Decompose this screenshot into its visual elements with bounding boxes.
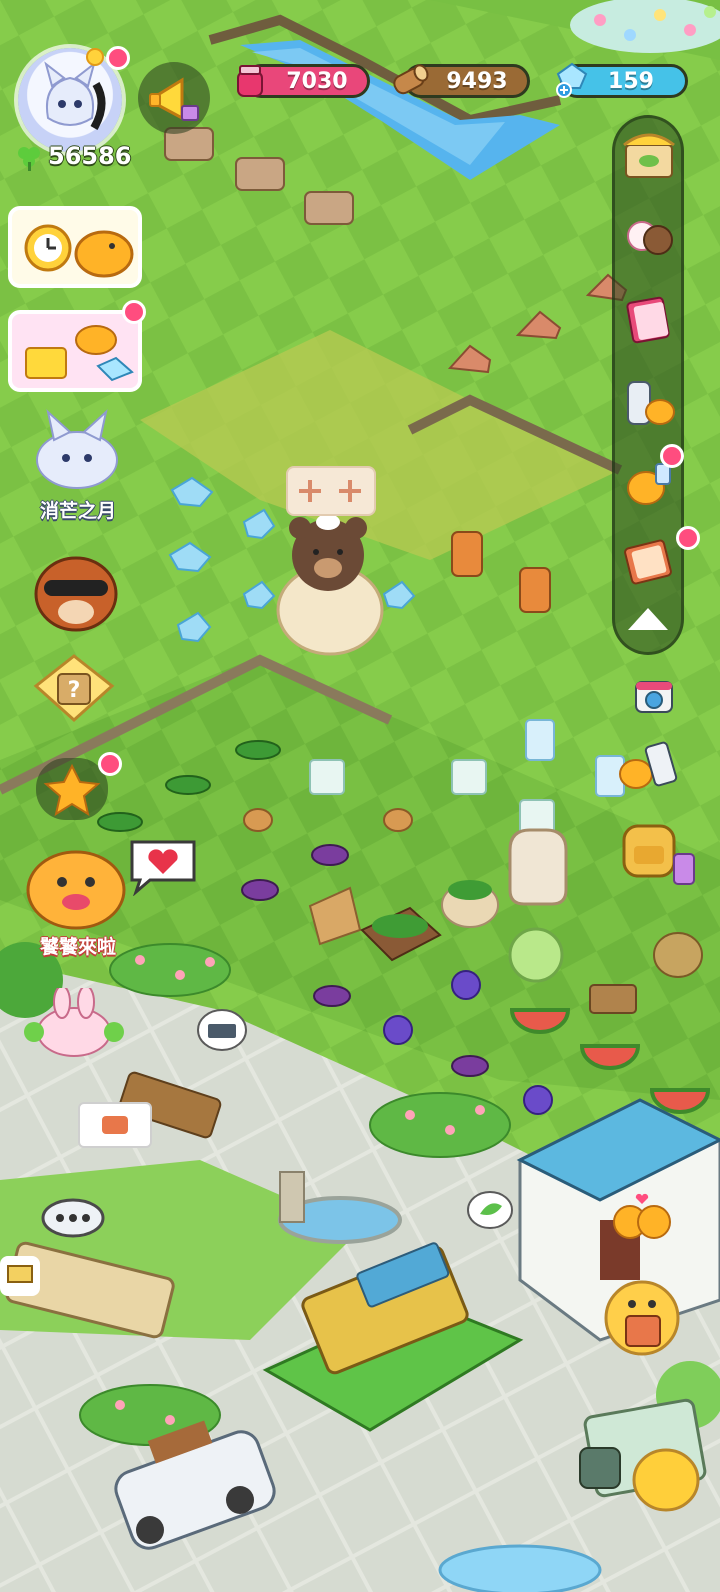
megaphone-icon [149,77,199,121]
clover-count: 56586 [48,142,132,170]
album-icon [626,296,670,344]
chick-couple-button[interactable] [608,1190,676,1244]
phone-button[interactable] [614,736,684,796]
map-button[interactable] [570,1398,720,1518]
ice-fox-icon [36,409,118,489]
sunglasses-dog-icon [34,556,118,632]
quest-notification-dot [98,752,122,776]
remote-button[interactable] [620,374,678,432]
chef-bear-action-bubble[interactable] [286,466,376,516]
heart-chat-bubble[interactable] [124,836,202,897]
bunny-icon [24,985,124,1057]
bread-icon [102,1116,128,1134]
camera-button[interactable] [632,676,676,716]
quest-star-button[interactable] [36,758,108,820]
register-icon [197,1009,247,1051]
npc-speech-bubble[interactable] [40,1196,106,1244]
clover-icon [14,142,44,172]
album-button[interactable] [620,290,678,348]
visitor-event-label: 饕饕來啦 [39,936,116,958]
phone-icon [619,741,678,789]
chat-bubble-icon [41,1198,105,1238]
sign-icon [7,1265,33,1283]
quest-button-notification-dot [660,444,684,468]
gift-event-notification-dot [122,300,146,324]
jam-jar-icon [230,60,270,100]
avatar-notification-dot [106,46,130,70]
recipe-book-button[interactable] [620,532,678,590]
recipe-book-notification-dot [676,526,700,550]
food-order-bubble[interactable] [78,1102,152,1148]
gift-event-card[interactable] [8,310,142,392]
collapse-menu-button[interactable] [624,600,672,636]
backpack-button[interactable] [618,814,702,894]
chick-heart-icon [613,1193,671,1239]
dog-character-button[interactable] [24,540,128,640]
recipe-book-icon [624,539,672,585]
cafe-bubble[interactable] [196,1006,248,1056]
sign-bubble[interactable] [0,1256,40,1296]
tiger-cub-icon [26,850,126,930]
plant-bubble[interactable] [466,1190,514,1234]
map-icon [579,1398,707,1512]
chick-order-button[interactable] [600,1272,684,1362]
camera-icon [635,681,673,713]
friends-button[interactable] [620,206,678,264]
mystery-box-icon: ? [33,654,115,723]
bunny-character-button[interactable] [14,985,132,1060]
remote-icon [627,381,675,425]
stopwatch-chick-icon [24,224,134,278]
visitor-event-button[interactable] [10,840,134,934]
leaf-icon [467,1191,513,1229]
jam-value: 7030 [286,68,348,94]
backpack-icon [622,824,695,885]
mystery-box-button[interactable]: ? [28,650,120,726]
star-badge-icon [43,763,101,817]
svg-text:?: ? [68,678,81,703]
wood-value: 9493 [446,68,508,94]
shop-stall-icon [623,133,675,178]
plus-icon [299,480,361,502]
wood-log-icon [388,58,432,102]
gem-icon [550,56,594,100]
megaphone-button[interactable] [138,62,210,134]
chick-notepad-icon [604,1280,680,1356]
friends-icon [627,221,673,255]
gem-value: 159 [608,68,654,94]
shop-button[interactable] [620,125,678,183]
avatar-fox-button[interactable] [22,404,132,496]
avatar-name-label: 消芒之月 [39,500,116,522]
gift-icon [25,325,134,382]
timed-event-card[interactable] [8,206,142,288]
collapse-arrow-icon [628,608,668,630]
